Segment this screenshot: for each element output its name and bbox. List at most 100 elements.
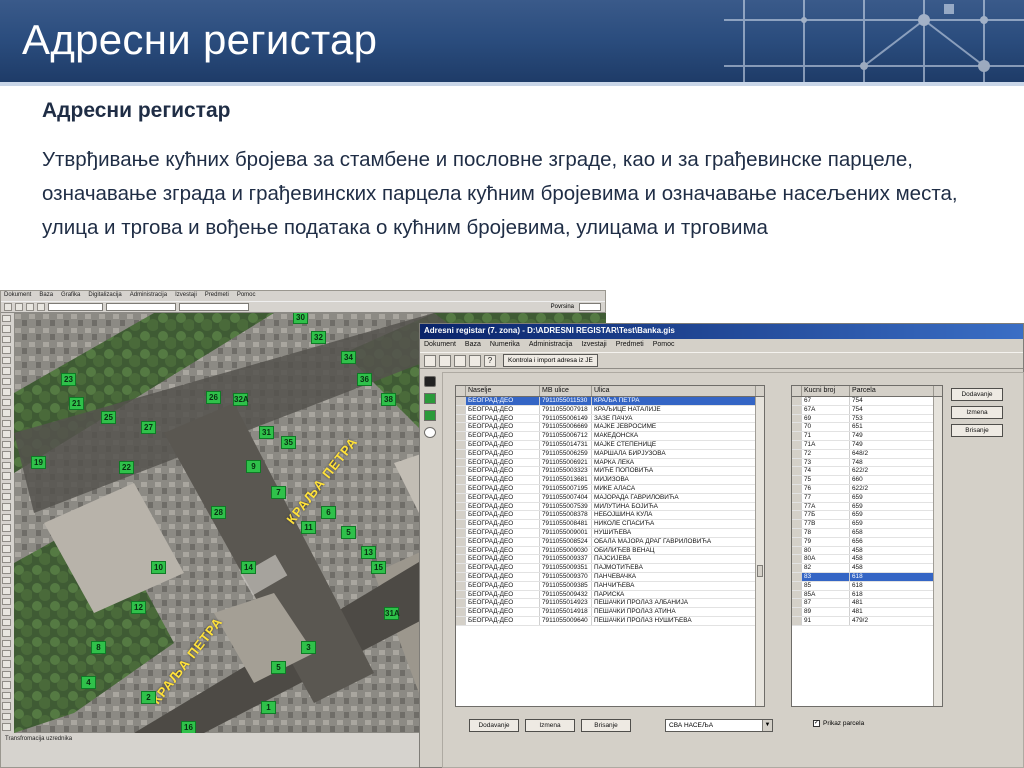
green-document-icon[interactable] bbox=[424, 410, 436, 421]
row-selector[interactable] bbox=[456, 467, 466, 476]
building-number-marker[interactable]: 11 bbox=[301, 521, 316, 534]
building-number-marker[interactable]: 38 bbox=[381, 393, 396, 406]
table-row[interactable]: БЕОГРАД-ДЕО 7911055009337 ПАЈСИЈЕВА bbox=[456, 555, 764, 565]
row-selector[interactable] bbox=[792, 537, 802, 546]
map-tool-icon[interactable] bbox=[2, 629, 11, 637]
map-tool-icon[interactable] bbox=[2, 419, 11, 428]
settlement-filter-select[interactable]: СВА НАСЕЉА ▼ bbox=[665, 719, 773, 732]
streets-scrollbar[interactable] bbox=[755, 397, 764, 706]
table-row[interactable]: БЕОГРАД-ДЕО 7911055009640 ПЕШАЧКИ ПРОЛАЗ Н… bbox=[456, 616, 764, 626]
map-tool-icon[interactable] bbox=[2, 472, 11, 480]
building-number-marker[interactable]: 26 bbox=[206, 391, 221, 404]
table-row[interactable]: БЕОГРАД-ДЕО 7911055008481 НИКОЛЕ СПАСИЋА bbox=[456, 520, 764, 529]
map-tool-icon[interactable] bbox=[2, 325, 11, 333]
help-icon[interactable]: ? bbox=[484, 354, 496, 367]
map-tool-icon[interactable] bbox=[2, 482, 11, 490]
row-selector[interactable] bbox=[456, 616, 466, 625]
row-selector[interactable] bbox=[456, 572, 466, 581]
row-selector[interactable] bbox=[792, 608, 802, 616]
numbers-scrollbar[interactable] bbox=[933, 397, 942, 706]
building-number-marker[interactable]: 22 bbox=[119, 461, 134, 474]
row-selector[interactable] bbox=[792, 458, 802, 467]
row-selector[interactable] bbox=[456, 590, 466, 599]
building-number-marker[interactable]: 14 bbox=[241, 561, 256, 574]
table-row[interactable]: 77Б 659 bbox=[792, 511, 942, 521]
map-tool-icon[interactable] bbox=[2, 492, 11, 501]
table-row[interactable]: БЕОГРАД-ДЕО 7911055009001 НУШИЋЕВА bbox=[456, 528, 764, 538]
table-row[interactable]: БЕОГРАД-ДЕО 7911055011530 КРАЉА ПЕТРА bbox=[456, 397, 764, 406]
row-selector[interactable] bbox=[456, 449, 466, 458]
map-tool-icon[interactable] bbox=[2, 702, 11, 710]
map-tool-icon[interactable] bbox=[2, 315, 11, 323]
building-number-marker[interactable]: 12 bbox=[131, 601, 146, 614]
map-menu-item[interactable]: Predmeti bbox=[205, 292, 229, 298]
register-menu-item[interactable]: Baza bbox=[465, 341, 481, 348]
table-row[interactable]: 72 648/2 bbox=[792, 449, 942, 459]
building-number-marker[interactable]: 19 bbox=[31, 456, 46, 469]
map-tool-icon[interactable] bbox=[2, 576, 11, 585]
table-row[interactable]: БЕОГРАД-ДЕО 7911055008524 ОБАЛА МАЈОРА ДРА… bbox=[456, 537, 764, 547]
building-number-marker[interactable]: 31 bbox=[259, 426, 274, 439]
window-title-bar[interactable]: Adresni registar (7. zona) - D:\ADRESNI … bbox=[420, 324, 1023, 339]
map-tool-icon[interactable] bbox=[2, 534, 11, 543]
row-selector[interactable] bbox=[456, 599, 466, 608]
table-row[interactable]: БЕОГРАД-ДЕО 7911055006149 ЗАЗЕ ПАЧУА bbox=[456, 414, 764, 424]
table-row[interactable]: 78 658 bbox=[792, 528, 942, 538]
table-row[interactable]: БЕОГРАД-ДЕО 7911055009030 ОБИЛИЋЕВ ВЕНАЦ bbox=[456, 546, 764, 556]
row-selector[interactable] bbox=[792, 616, 802, 625]
table-row[interactable]: БЕОГРАД-ДЕО 7911055014918 ПЕШАЧКИ ПРОЛАЗ А… bbox=[456, 608, 764, 617]
map-tool-icon[interactable] bbox=[2, 356, 11, 365]
help-icon[interactable] bbox=[37, 303, 45, 311]
table-row[interactable]: 77 659 bbox=[792, 493, 942, 503]
delete-street-button[interactable]: Brisanje bbox=[581, 719, 631, 732]
open-folder-icon[interactable] bbox=[454, 354, 466, 367]
show-parcels-option[interactable]: ✓ Prikaz parcela bbox=[813, 720, 864, 727]
table-row[interactable]: БЕОГРАД-ДЕО 7911055009351 ПАЈМОТИЋЕВА bbox=[456, 564, 764, 573]
map-tool-icon[interactable] bbox=[2, 503, 11, 511]
table-row[interactable]: 85A 618 bbox=[792, 590, 942, 600]
table-row[interactable]: БЕОГРАД-ДЕО 7911055006712 МАКЕДОНСКА bbox=[456, 432, 764, 441]
row-selector[interactable] bbox=[456, 502, 466, 511]
row-selector[interactable] bbox=[456, 440, 466, 449]
row-selector[interactable] bbox=[456, 520, 466, 528]
green-list-icon[interactable] bbox=[424, 393, 436, 404]
address-search-field[interactable] bbox=[48, 303, 103, 311]
column-header-kucni-broj[interactable]: Kucni broj bbox=[802, 386, 850, 396]
table-row[interactable]: 74 622/2 bbox=[792, 467, 942, 477]
table-row[interactable]: 71 749 bbox=[792, 432, 942, 441]
map-menu-item[interactable]: Administracija bbox=[130, 292, 167, 298]
row-selector[interactable] bbox=[456, 432, 466, 440]
table-row[interactable]: 67 754 bbox=[792, 397, 942, 406]
map-tool-icon[interactable] bbox=[2, 451, 11, 459]
edit-number-button[interactable]: Izmena bbox=[951, 406, 1003, 419]
table-row[interactable]: БЕОГРАД-ДЕО 7911055007404 МАЈОРАДА ГАВРИЛО… bbox=[456, 493, 764, 503]
row-selector[interactable] bbox=[792, 476, 802, 484]
new-icon[interactable] bbox=[4, 303, 12, 311]
table-row[interactable]: 75 660 bbox=[792, 476, 942, 485]
table-row[interactable]: 80 458 bbox=[792, 546, 942, 556]
add-number-button[interactable]: Dodavanje bbox=[951, 388, 1003, 401]
building-number-marker[interactable]: 16 bbox=[181, 721, 196, 733]
register-menu-item[interactable]: Predmeti bbox=[616, 341, 644, 348]
map-tool-icon[interactable] bbox=[2, 660, 11, 668]
table-row[interactable]: БЕОГРАД-ДЕО 7911055014731 МАЈКЕ СТЕПЕНИЦЕ bbox=[456, 440, 764, 450]
map-tool-icon[interactable] bbox=[2, 367, 11, 375]
building-number-marker[interactable]: 31A bbox=[384, 607, 400, 620]
map-tool-icon[interactable] bbox=[2, 524, 11, 532]
building-number-marker[interactable]: 30 bbox=[293, 313, 308, 324]
row-selector[interactable] bbox=[456, 608, 466, 616]
column-header-mb-ulice[interactable]: MB ulice bbox=[540, 386, 592, 396]
building-number-marker[interactable]: 25 bbox=[101, 411, 116, 424]
table-row[interactable]: БЕОГРАД-ДЕО 7911055007539 МИЛУТИНА БОЈИЋА bbox=[456, 502, 764, 512]
map-tool-icon[interactable] bbox=[2, 587, 11, 595]
table-row[interactable]: 79 656 bbox=[792, 537, 942, 547]
register-menu-item[interactable]: Dokument bbox=[424, 341, 456, 348]
add-street-button[interactable]: Dodavanje bbox=[469, 719, 519, 732]
column-header-ulica[interactable]: Ulica bbox=[592, 386, 756, 396]
book-icon[interactable] bbox=[424, 354, 436, 367]
row-selector[interactable] bbox=[456, 546, 466, 555]
row-selector[interactable] bbox=[792, 590, 802, 599]
row-selector[interactable] bbox=[792, 493, 802, 502]
map-tool-icon[interactable] bbox=[2, 681, 11, 689]
table-row[interactable]: 76 622/2 bbox=[792, 484, 942, 494]
